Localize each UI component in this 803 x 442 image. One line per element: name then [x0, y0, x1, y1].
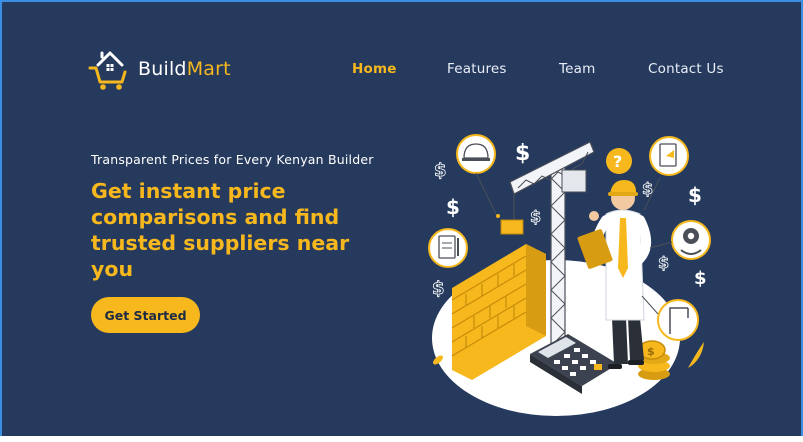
hero-headline: Get instant price comparisons and find t…: [91, 179, 350, 281]
question-bubble-icon: ?: [606, 148, 632, 174]
svg-text:$: $: [688, 183, 702, 207]
svg-text:$: $: [647, 345, 655, 358]
hard-hat-badge-icon: [456, 134, 500, 218]
clipboard-badge-icon: [428, 228, 468, 268]
svg-text:$: $: [432, 278, 445, 299]
nav-link-contact-us[interactable]: Contact Us: [648, 61, 724, 77]
page-bottom-strip: [0, 436, 803, 442]
svg-text:?: ?: [613, 152, 622, 171]
nav-link-team[interactable]: Team: [559, 61, 595, 77]
svg-text:$: $: [694, 268, 707, 289]
leaf-decoration: [688, 342, 704, 368]
svg-text:$: $: [446, 195, 460, 219]
nav-link-features[interactable]: Features: [447, 61, 507, 77]
main-nav: Home Features Team Contact Us: [0, 61, 803, 81]
get-started-button[interactable]: Get Started: [91, 297, 200, 333]
svg-text:$: $: [434, 160, 447, 181]
construction-builder-illustration: $ ? $ $ $ $ $ $ $ $ $: [428, 134, 711, 416]
svg-text:$: $: [658, 253, 669, 272]
nav-link-home[interactable]: Home: [352, 61, 397, 77]
svg-text:$: $: [530, 207, 541, 226]
svg-text:$: $: [515, 141, 530, 166]
svg-text:$: $: [642, 179, 653, 198]
document-badge-icon: [643, 136, 689, 211]
hero-tagline: Transparent Prices for Every Kenyan Buil…: [91, 152, 374, 167]
